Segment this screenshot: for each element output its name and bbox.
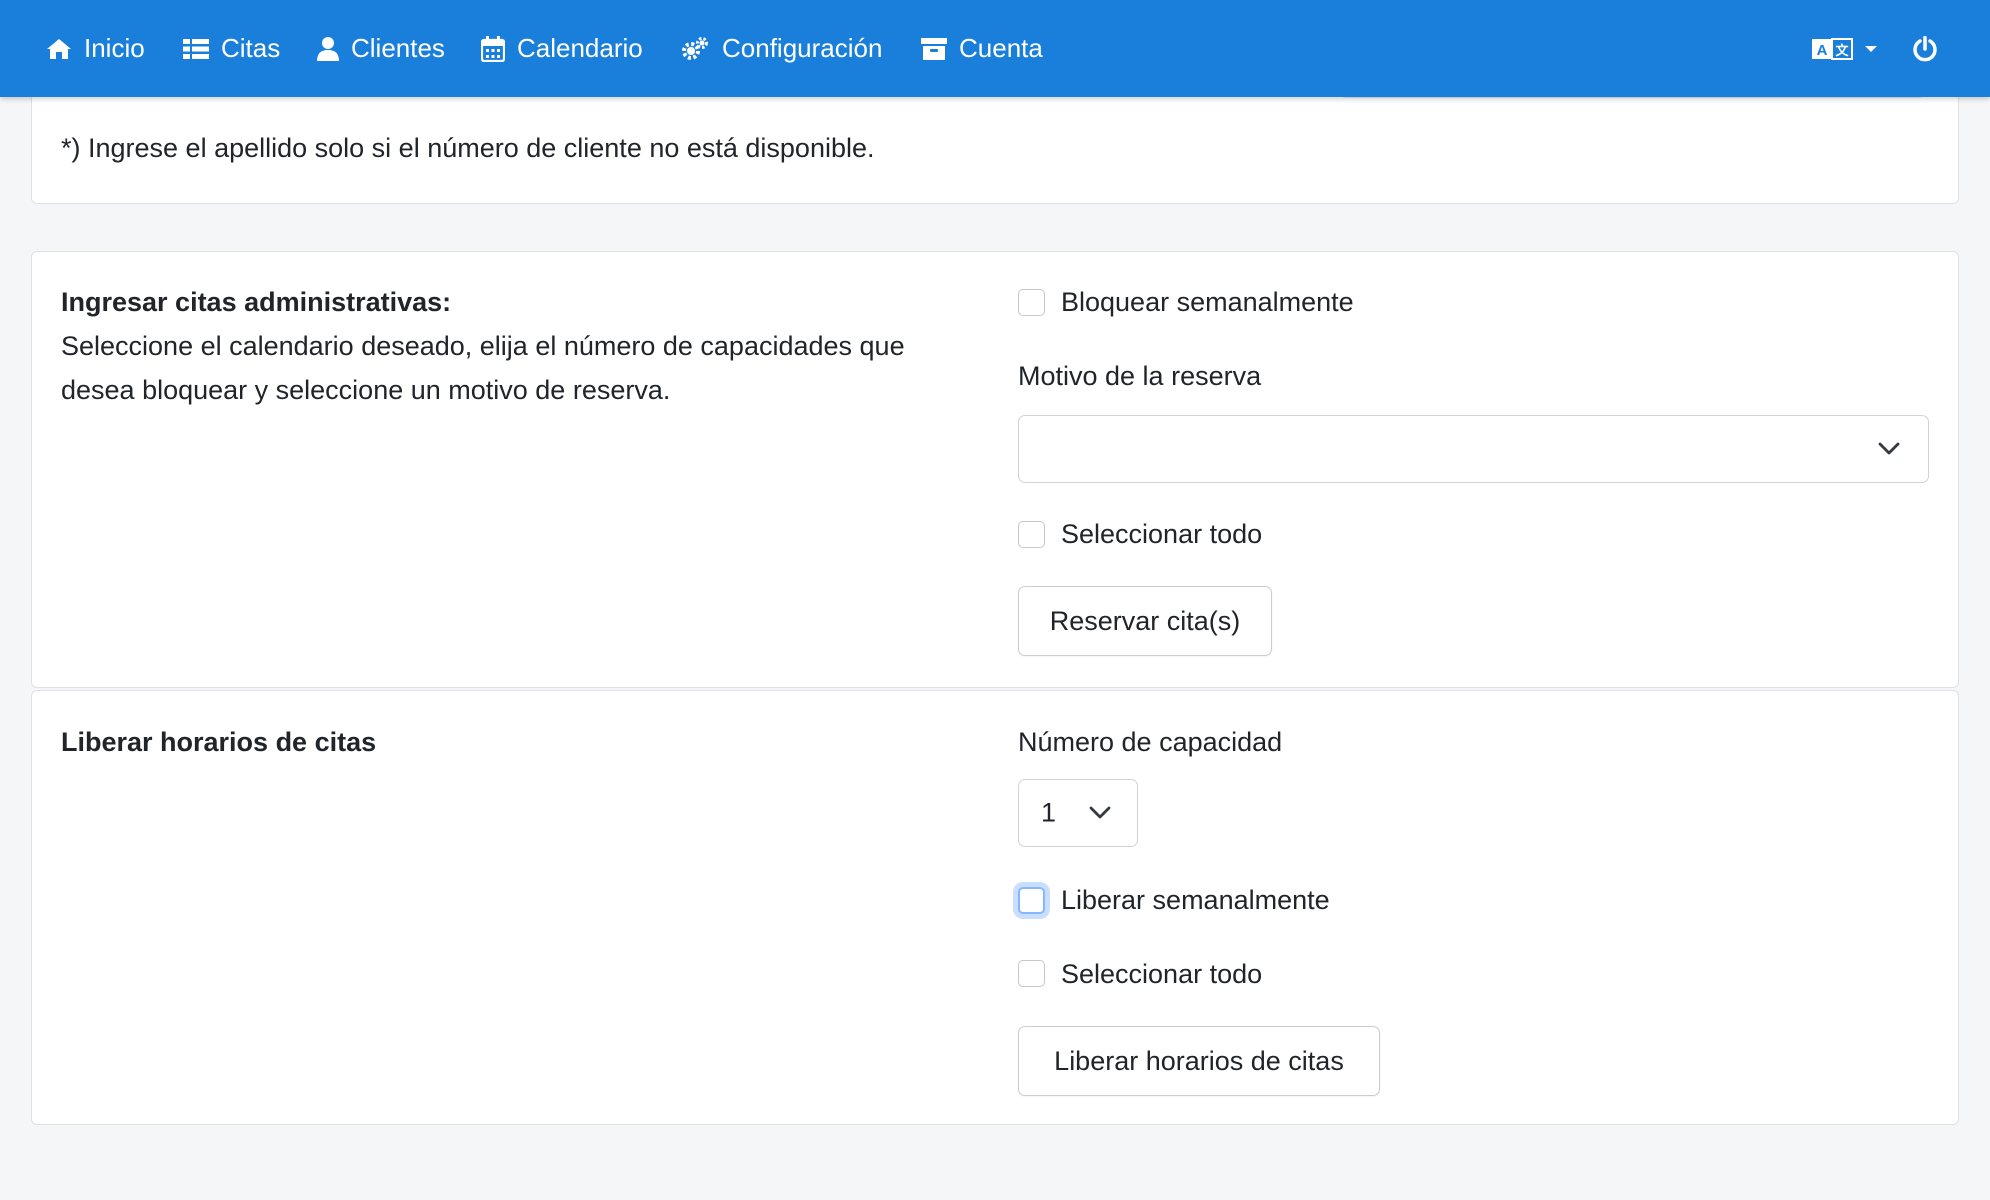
nav-citas[interactable]: Citas <box>183 0 280 97</box>
list-icon <box>183 38 209 59</box>
nav-calendario-label: Calendario <box>517 33 643 63</box>
admin-select-all-label: Seleccionar todo <box>1061 519 1263 549</box>
nav-cuenta[interactable]: Cuenta <box>921 0 1043 97</box>
lastname-note: *) Ingrese el apellido solo si el número… <box>61 133 875 163</box>
admin-card-title: Ingresar citas administrativas: <box>61 287 452 317</box>
release-card-title: Liberar horarios de citas <box>61 727 377 757</box>
weekly-release-checkbox[interactable] <box>1018 887 1045 914</box>
nav-cuenta-label: Cuenta <box>959 33 1043 63</box>
weekly-block-checkbox[interactable] <box>1018 289 1045 316</box>
language-dropdown[interactable]: A 文 <box>1812 0 1878 97</box>
home-icon <box>47 38 71 59</box>
archive-icon <box>921 37 947 60</box>
power-icon <box>1913 35 1937 61</box>
admin-card-description-1: Seleccione el calendario deseado, elija … <box>61 331 905 361</box>
svg-text:A: A <box>1817 42 1828 59</box>
reserve-appointments-button[interactable]: Reservar cita(s) <box>1018 586 1272 656</box>
nav-clientes[interactable]: Clientes <box>317 0 445 97</box>
user-icon <box>317 36 339 61</box>
capacity-select-value: 1 <box>1041 797 1057 828</box>
chevron-down-icon <box>1089 806 1111 819</box>
nav-calendario[interactable]: Calendario <box>481 0 643 97</box>
gears-icon <box>682 36 708 60</box>
nav-configuracion-label: Configuración <box>722 33 883 63</box>
reason-select[interactable] <box>1018 415 1929 483</box>
release-timeslots-button[interactable]: Liberar horarios de citas <box>1018 1026 1380 1096</box>
admin-card-description-2: desea bloquear y seleccione un motivo de… <box>61 375 671 405</box>
capacity-label: Número de capacidad <box>1018 727 1283 757</box>
chevron-down-icon <box>1878 442 1900 455</box>
nav-citas-label: Citas <box>221 33 281 63</box>
nav-configuracion[interactable]: Configuración <box>680 0 882 97</box>
caret-down-icon <box>1865 45 1877 52</box>
weekly-block-label: Bloquear semanalmente <box>1061 287 1354 317</box>
nav-clientes-label: Clientes <box>351 33 445 63</box>
weekly-release-label: Liberar semanalmente <box>1061 885 1330 915</box>
logout-button[interactable] <box>1912 0 1938 97</box>
language-icon: A 文 <box>1812 37 1853 60</box>
release-select-all-checkbox[interactable] <box>1018 960 1045 987</box>
calendar-icon <box>481 35 505 62</box>
top-navbar: Inicio Citas Clientes Calendario Configu… <box>0 0 1990 97</box>
capacity-select[interactable]: 1 <box>1018 779 1138 847</box>
nav-inicio[interactable]: Inicio <box>46 0 145 97</box>
release-select-all-label: Seleccionar todo <box>1061 959 1263 989</box>
nav-inicio-label: Inicio <box>84 33 145 63</box>
svg-text:文: 文 <box>1835 43 1849 59</box>
admin-select-all-checkbox[interactable] <box>1018 521 1045 548</box>
reason-label: Motivo de la reserva <box>1018 361 1262 391</box>
